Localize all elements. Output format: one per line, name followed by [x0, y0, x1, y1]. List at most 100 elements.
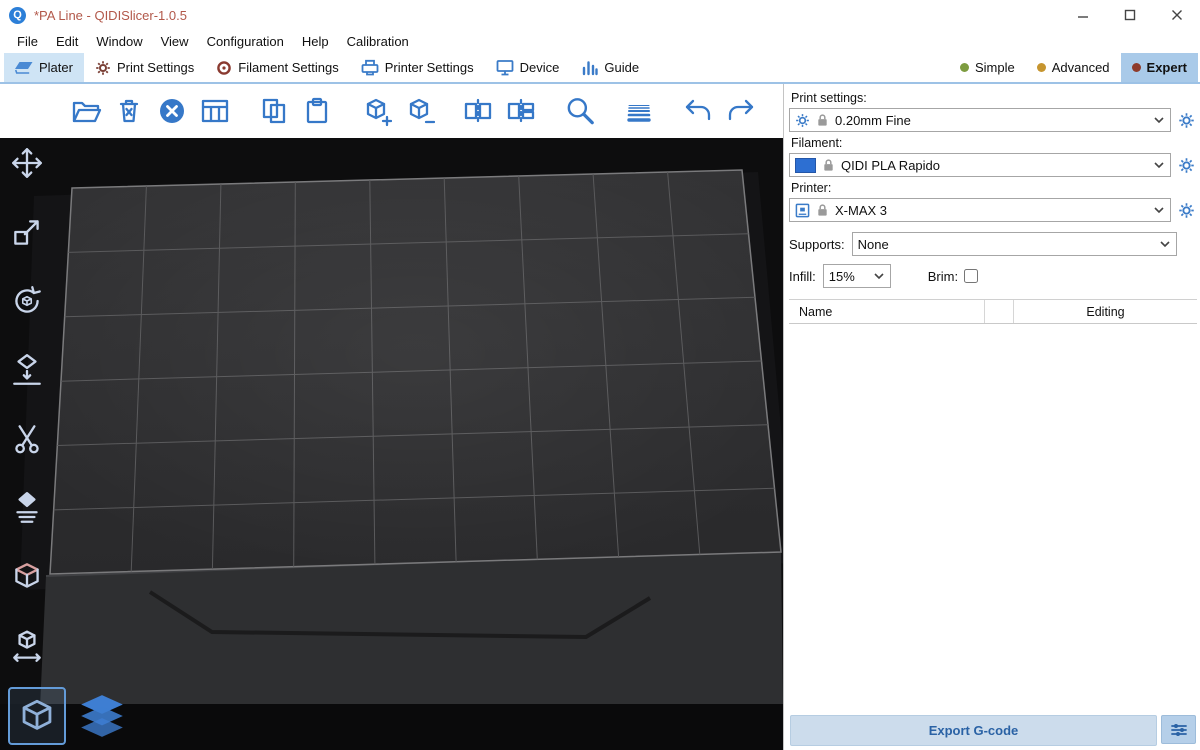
- menu-view[interactable]: View: [152, 34, 198, 49]
- column-header-extruder[interactable]: [985, 300, 1014, 323]
- menubar: File Edit Window View Configuration Help…: [0, 30, 1200, 53]
- plater-icon: [15, 60, 33, 75]
- filament-settings-icon: [216, 60, 232, 76]
- rotate-button[interactable]: [4, 278, 50, 324]
- object-list-body[interactable]: [789, 324, 1197, 712]
- filament-combo[interactable]: QIDI PLA Rapido: [789, 153, 1171, 177]
- print-settings-value: 0.20mm Fine: [835, 113, 911, 128]
- print-settings-gear-button[interactable]: [1176, 108, 1197, 132]
- menu-edit[interactable]: Edit: [47, 34, 87, 49]
- app-icon: Q: [9, 7, 26, 24]
- seam-painting-icon: [9, 490, 45, 526]
- infill-value: 15%: [829, 269, 855, 284]
- move-button[interactable]: [4, 140, 50, 186]
- tab-label: Print Settings: [117, 60, 194, 75]
- mode-label: Simple: [975, 60, 1015, 75]
- filament-color-swatch: [795, 158, 816, 173]
- export-gcode-button[interactable]: Export G-code: [790, 715, 1157, 746]
- expert-mode-dot-icon: [1132, 63, 1141, 72]
- paint-on-supports-button[interactable]: [4, 554, 50, 600]
- close-button[interactable]: [1153, 0, 1200, 30]
- add-instance-button[interactable]: [356, 91, 396, 131]
- supports-label: Supports:: [789, 237, 845, 252]
- minimize-button[interactable]: [1059, 0, 1106, 30]
- cut-button[interactable]: [4, 416, 50, 462]
- menu-calibration[interactable]: Calibration: [338, 34, 418, 49]
- mode-advanced[interactable]: Advanced: [1026, 53, 1121, 82]
- mode-label: Advanced: [1052, 60, 1110, 75]
- filament-row: QIDI PLA Rapido: [789, 153, 1197, 177]
- arrange-button[interactable]: [195, 91, 235, 131]
- editor-view-button[interactable]: [8, 687, 66, 745]
- printer-label: Printer:: [791, 181, 1197, 195]
- maximize-button[interactable]: [1106, 0, 1153, 30]
- infill-brim-row: Infill: 15% Brim:: [789, 264, 1197, 288]
- column-header-editing[interactable]: Editing: [1014, 300, 1197, 323]
- column-header-name[interactable]: Name: [789, 300, 985, 323]
- menu-configuration[interactable]: Configuration: [198, 34, 293, 49]
- scale-icon: [9, 214, 45, 250]
- search-button[interactable]: [560, 91, 600, 131]
- mode-switcher: Simple Advanced Expert: [949, 53, 1200, 82]
- redo-button[interactable]: [721, 91, 761, 131]
- place-on-face-icon: [9, 352, 45, 388]
- delete-button[interactable]: [109, 91, 149, 131]
- viewport-3d[interactable]: [0, 84, 783, 750]
- variable-layer-height-button[interactable]: [619, 91, 659, 131]
- printer-gear-button[interactable]: [1176, 198, 1197, 222]
- split-parts-icon: [505, 95, 537, 127]
- chevron-down-icon: [1154, 117, 1164, 124]
- tab-label: Filament Settings: [238, 60, 338, 75]
- settings-sidebar: Print settings: 0.20mm Fine: [783, 84, 1200, 750]
- lock-icon: [822, 158, 835, 172]
- place-on-face-button[interactable]: [4, 347, 50, 393]
- brim-checkbox[interactable]: [964, 269, 978, 283]
- preview-view-button[interactable]: [75, 689, 129, 743]
- copy-icon: [258, 95, 290, 127]
- mode-expert[interactable]: Expert: [1121, 53, 1198, 82]
- paint-on-supports-icon: [9, 559, 45, 595]
- measure-button[interactable]: [4, 623, 50, 669]
- delete-all-button[interactable]: [152, 91, 192, 131]
- copy-button[interactable]: [254, 91, 294, 131]
- tab-device[interactable]: Device: [485, 53, 571, 82]
- delete-all-icon: [156, 95, 188, 127]
- object-list-header: Name Editing: [789, 300, 1197, 324]
- object-list-table: Name Editing: [789, 299, 1197, 712]
- tab-label: Device: [520, 60, 560, 75]
- split-objects-button[interactable]: [458, 91, 498, 131]
- filament-gear-button[interactable]: [1176, 153, 1197, 177]
- tab-filament-settings[interactable]: Filament Settings: [205, 53, 349, 82]
- print-settings-combo[interactable]: 0.20mm Fine: [789, 108, 1171, 132]
- supports-combo[interactable]: None: [852, 232, 1177, 256]
- remove-instance-icon: [403, 95, 435, 127]
- remove-instance-button[interactable]: [399, 91, 439, 131]
- tab-print-settings[interactable]: Print Settings: [84, 53, 205, 82]
- gizmo-toolbar: [4, 140, 50, 669]
- print-bed-scene[interactable]: [0, 138, 783, 750]
- menu-file[interactable]: File: [8, 34, 47, 49]
- seam-painting-button[interactable]: [4, 485, 50, 531]
- rotate-icon: [9, 283, 45, 319]
- tab-plater[interactable]: Plater: [4, 53, 84, 82]
- export-options-button[interactable]: [1161, 715, 1196, 744]
- undo-button[interactable]: [678, 91, 718, 131]
- split-parts-button[interactable]: [501, 91, 541, 131]
- print-settings-icon: [95, 60, 111, 76]
- preview-layers-icon: [77, 694, 127, 738]
- open-project-button[interactable]: [66, 91, 106, 131]
- chevron-down-icon: [874, 273, 884, 280]
- export-row: Export G-code: [789, 712, 1197, 747]
- mode-label: Expert: [1147, 60, 1187, 75]
- window-title: *PA Line - QIDISlicer-1.0.5: [34, 8, 187, 23]
- tab-guide[interactable]: Guide: [570, 53, 650, 82]
- menu-window[interactable]: Window: [87, 34, 151, 49]
- scale-button[interactable]: [4, 209, 50, 255]
- sliders-icon: [1171, 723, 1187, 737]
- paste-button[interactable]: [297, 91, 337, 131]
- menu-help[interactable]: Help: [293, 34, 338, 49]
- infill-combo[interactable]: 15%: [823, 264, 891, 288]
- printer-combo[interactable]: X-MAX 3: [789, 198, 1171, 222]
- mode-simple[interactable]: Simple: [949, 53, 1026, 82]
- tab-printer-settings[interactable]: Printer Settings: [350, 53, 485, 82]
